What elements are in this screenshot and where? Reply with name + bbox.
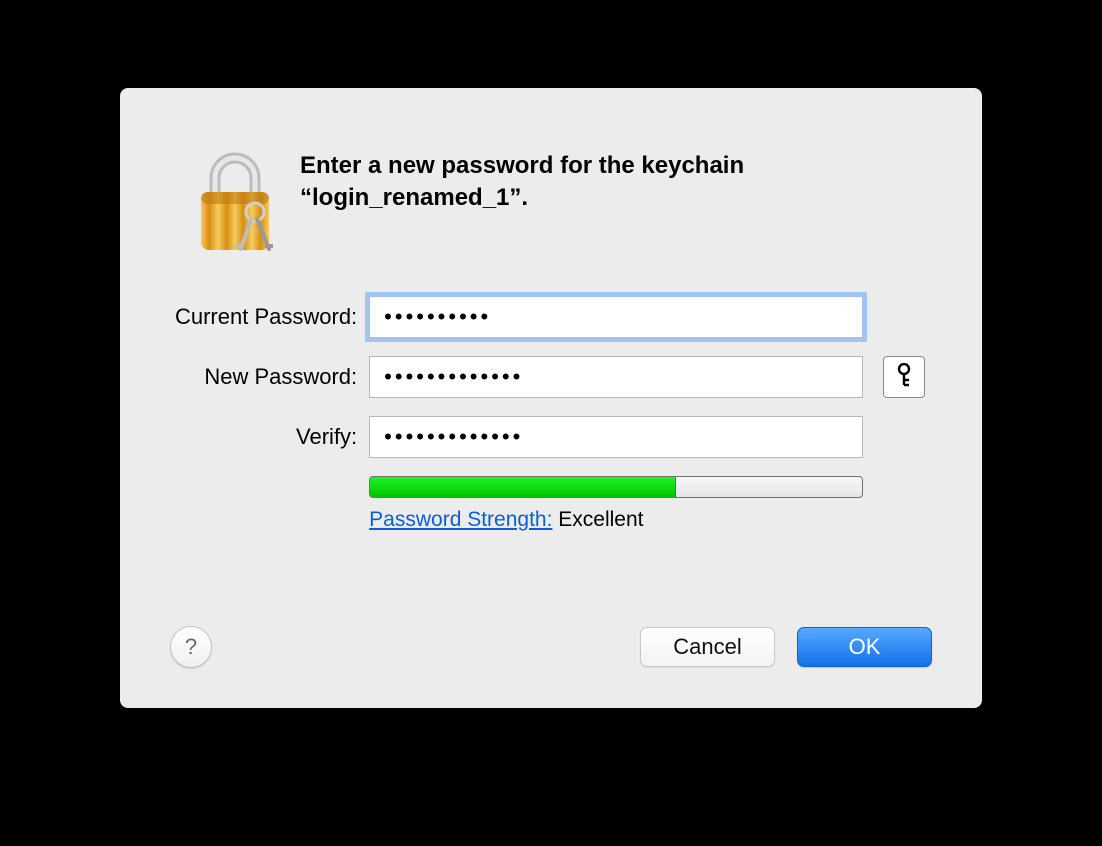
new-password-field[interactable] (369, 356, 863, 398)
help-button[interactable]: ? (170, 626, 212, 668)
cancel-button[interactable]: Cancel (640, 627, 775, 667)
label-verify-password: Verify: (170, 424, 369, 450)
password-assistant-button[interactable] (883, 356, 925, 398)
ok-button-label: OK (849, 634, 881, 660)
dialog-header: Enter a new password for the keychain “l… (170, 148, 932, 268)
help-icon: ? (185, 634, 197, 660)
keychain-password-dialog: Enter a new password for the keychain “l… (120, 88, 982, 708)
dialog-footer: ? Cancel OK (170, 626, 932, 668)
verify-password-field[interactable] (369, 416, 863, 458)
lock-icon (170, 148, 300, 268)
label-new-password: New Password: (170, 364, 369, 390)
row-verify-password: Verify: (170, 416, 932, 458)
password-strength-meter (369, 476, 863, 498)
password-form: Current Password: New Password: (170, 296, 932, 532)
password-strength-value: Excellent (558, 508, 643, 531)
row-strength: Password Strength: Excellent (170, 476, 932, 532)
key-icon (894, 363, 914, 392)
label-current-password: Current Password: (170, 304, 369, 330)
current-password-field[interactable] (369, 296, 863, 338)
cancel-button-label: Cancel (673, 634, 741, 660)
dialog-heading: Enter a new password for the keychain “l… (300, 148, 932, 215)
password-strength-link[interactable]: Password Strength: (369, 508, 552, 531)
password-strength-text: Password Strength: Excellent (369, 508, 869, 532)
ok-button[interactable]: OK (797, 627, 932, 667)
row-current-password: Current Password: (170, 296, 932, 338)
password-strength-fill (370, 477, 676, 497)
row-new-password: New Password: (170, 356, 932, 398)
